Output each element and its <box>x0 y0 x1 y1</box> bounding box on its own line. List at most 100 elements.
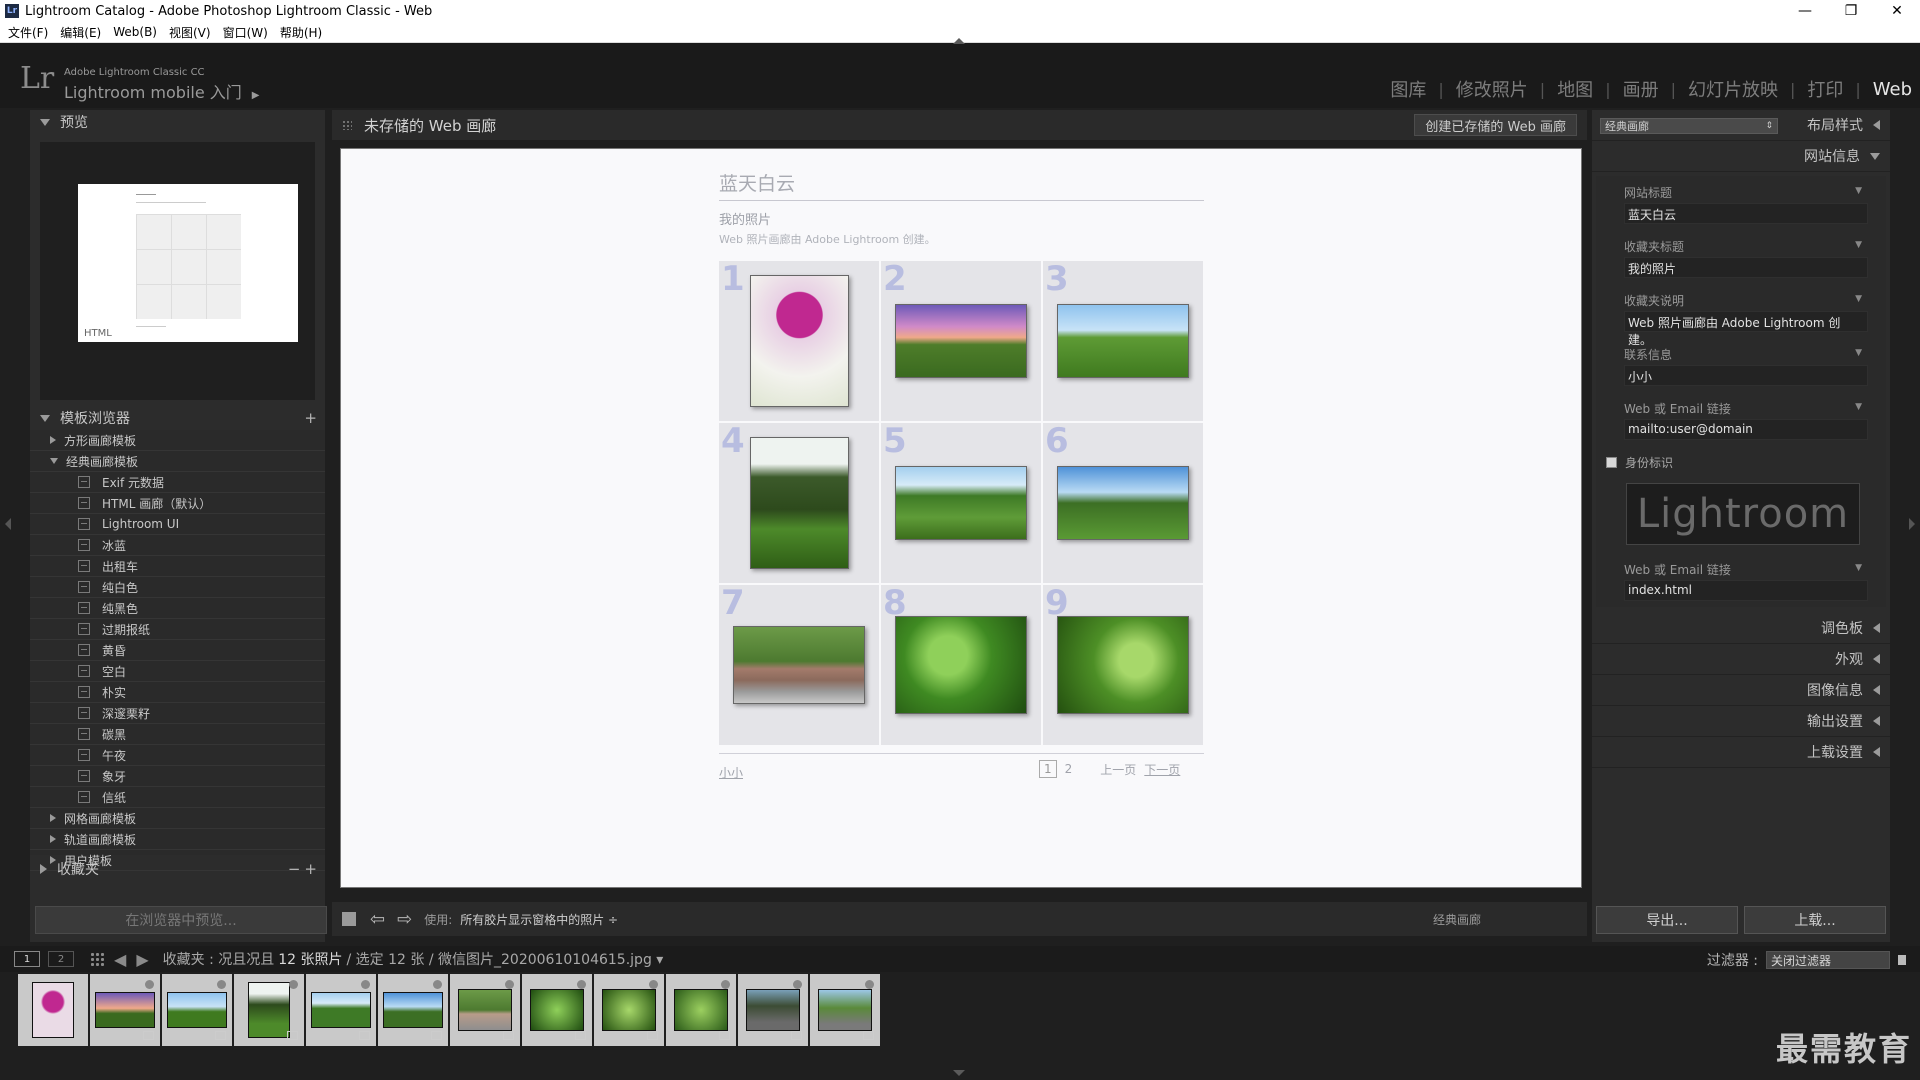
template-folder[interactable]: 经典画廊模板 <box>30 451 325 472</box>
page-link[interactable]: 2 <box>1065 762 1073 776</box>
minimize-icon[interactable]: — <box>1782 0 1828 22</box>
grid-cell[interactable]: 5 <box>881 421 1041 583</box>
menu-view[interactable]: 视图(V) <box>169 24 211 41</box>
section-image-info[interactable]: 图像信息 <box>1592 675 1890 706</box>
page-current[interactable]: 1 <box>1039 760 1057 778</box>
filmstrip-thumb[interactable] <box>594 974 664 1046</box>
filmstrip-thumb[interactable] <box>738 974 808 1046</box>
left-panel-toggle-icon[interactable] <box>5 518 11 530</box>
grid-cell[interactable]: 3 <box>1043 259 1203 421</box>
dropdown-icon[interactable]: ▼ <box>1855 186 1862 196</box>
filmstrip-thumb[interactable] <box>306 974 376 1046</box>
plate-link-input[interactable]: index.html <box>1624 580 1868 601</box>
module-develop[interactable]: 修改照片 <box>1456 76 1528 102</box>
identity-plate-text[interactable]: Lightroom mobile 入门 ▶ <box>64 79 259 103</box>
template-item[interactable]: 纯黑色 <box>30 598 325 619</box>
stop-preview-icon[interactable] <box>342 912 356 926</box>
play-arrow-icon[interactable]: ▶ <box>252 90 260 101</box>
site-title-input[interactable]: 蓝天白云 <box>1624 203 1868 224</box>
photo-tea-hill[interactable] <box>895 466 1027 540</box>
template-item[interactable]: HTML 画廊（默认） <box>30 493 325 514</box>
template-item[interactable]: 过期报纸 <box>30 619 325 640</box>
module-map[interactable]: 地图 <box>1557 76 1593 102</box>
photo-tea-house[interactable] <box>1057 466 1189 540</box>
restore-icon[interactable]: ❐ <box>1828 0 1874 22</box>
collection-title-input[interactable]: 我的照片 <box>1624 257 1868 278</box>
template-item[interactable]: 信纸 <box>30 787 325 808</box>
template-folder[interactable]: 轨道画廊模板 <box>30 829 325 850</box>
prev-page-link[interactable]: 上一页 <box>1100 761 1136 778</box>
identity-plate-checkbox[interactable] <box>1606 457 1617 468</box>
filmstrip-thumb[interactable] <box>162 974 232 1046</box>
dropdown-icon[interactable]: ▼ <box>1855 240 1862 250</box>
collection-description-input[interactable]: Web 照片画廊由 Adobe Lightroom 创建。 <box>1624 311 1868 347</box>
template-item[interactable]: 出租车 <box>30 556 325 577</box>
module-print[interactable]: 打印 <box>1807 76 1843 102</box>
template-item[interactable]: 朴实 <box>30 682 325 703</box>
filmstrip-thumb[interactable] <box>234 974 304 1046</box>
primary-screen-button[interactable]: 1 <box>14 951 40 967</box>
section-upload-settings[interactable]: 上载设置 <box>1592 737 1890 768</box>
template-item[interactable]: 深邃栗籽 <box>30 703 325 724</box>
contact-info-input[interactable]: 小小 <box>1624 365 1868 386</box>
filmstrip-source[interactable]: 收藏夹 : 况且况且 12 张照片 / 选定 12 张 / 微信图片_2020061… <box>163 949 664 969</box>
filmstrip-thumb[interactable] <box>378 974 448 1046</box>
dropdown-icon[interactable]: ▼ <box>1855 402 1862 412</box>
menu-help[interactable]: 帮助(H) <box>280 24 322 41</box>
template-item[interactable]: 午夜 <box>30 745 325 766</box>
dropdown-icon[interactable]: ▼ <box>1855 294 1862 304</box>
next-arrow-icon[interactable]: ⇨ <box>397 909 412 930</box>
secondary-screen-button[interactable]: 2 <box>48 951 74 967</box>
remove-collection-icon[interactable]: − <box>288 860 301 878</box>
identity-plate-preview[interactable]: Lightroom <box>1626 483 1860 545</box>
close-icon[interactable]: ✕ <box>1874 0 1920 22</box>
filmstrip-thumb[interactable] <box>18 974 88 1046</box>
photo-tea-field[interactable] <box>1057 304 1189 378</box>
template-browser-header[interactable]: 模板浏览器 + <box>30 406 325 430</box>
use-selector[interactable]: 所有胶片显示窗格中的照片 ÷ <box>460 911 618 928</box>
section-color-palette[interactable]: 调色板 <box>1592 613 1890 644</box>
template-item[interactable]: 黄昏 <box>30 640 325 661</box>
template-item[interactable]: Lightroom UI <box>30 514 325 535</box>
add-collection-icon[interactable]: + <box>304 860 317 878</box>
web-link-input[interactable]: mailto:user@domain <box>1624 419 1868 440</box>
grid-cell[interactable]: 9 <box>1043 583 1203 745</box>
template-item[interactable]: Exif 元数据 <box>30 472 325 493</box>
grid-cell[interactable]: 6 <box>1043 421 1203 583</box>
template-item[interactable]: 象牙 <box>30 766 325 787</box>
photo-flower[interactable] <box>749 275 849 407</box>
menu-file[interactable]: 文件(F) <box>8 24 48 41</box>
contact-link[interactable]: 小小 <box>719 764 743 781</box>
photo-leaves[interactable] <box>895 616 1027 714</box>
filmstrip-thumb[interactable] <box>522 974 592 1046</box>
photo-tree[interactable] <box>749 437 849 569</box>
lock-icon[interactable] <box>1898 955 1906 965</box>
forward-arrow-icon[interactable]: ▶ <box>136 950 148 969</box>
create-saved-gallery-button[interactable]: 创建已存储的 Web 画廊 <box>1414 114 1577 136</box>
preview-in-browser-button[interactable]: 在浏览器中预览... <box>35 906 327 934</box>
menu-window[interactable]: 窗口(W) <box>223 24 268 41</box>
layout-style-select[interactable]: 经典画廊 <box>1600 118 1778 134</box>
site-info-header[interactable]: 网站信息 <box>1592 141 1890 172</box>
template-folder[interactable]: 网格画廊模板 <box>30 808 325 829</box>
grid-cell[interactable]: 7 <box>719 583 879 745</box>
template-folder[interactable]: 方形画廊模板 <box>30 430 325 451</box>
preview-panel-header[interactable]: 预览 <box>30 110 325 134</box>
grid-view-icon[interactable] <box>90 952 104 966</box>
previous-arrow-icon[interactable]: ⇦ <box>370 909 385 930</box>
collections-header[interactable]: 收藏夹 − + <box>30 857 325 881</box>
photo-shrub[interactable] <box>1057 616 1189 714</box>
template-item[interactable]: 冰蓝 <box>30 535 325 556</box>
collapse-top-icon[interactable] <box>953 38 965 44</box>
grid-cell[interactable]: 8 <box>881 583 1041 745</box>
filmstrip-thumb[interactable] <box>90 974 160 1046</box>
back-arrow-icon[interactable]: ◀ <box>114 950 126 969</box>
filmstrip-thumb[interactable] <box>666 974 736 1046</box>
export-button[interactable]: 导出... <box>1596 906 1738 934</box>
next-page-link[interactable]: 下一页 <box>1144 761 1180 778</box>
dropdown-icon[interactable]: ▼ <box>1855 563 1862 573</box>
grid-cell[interactable]: 2 <box>881 259 1041 421</box>
module-slideshow[interactable]: 幻灯片放映 <box>1688 76 1778 102</box>
section-appearance[interactable]: 外观 <box>1592 644 1890 675</box>
menu-web[interactable]: Web(B) <box>113 25 157 39</box>
